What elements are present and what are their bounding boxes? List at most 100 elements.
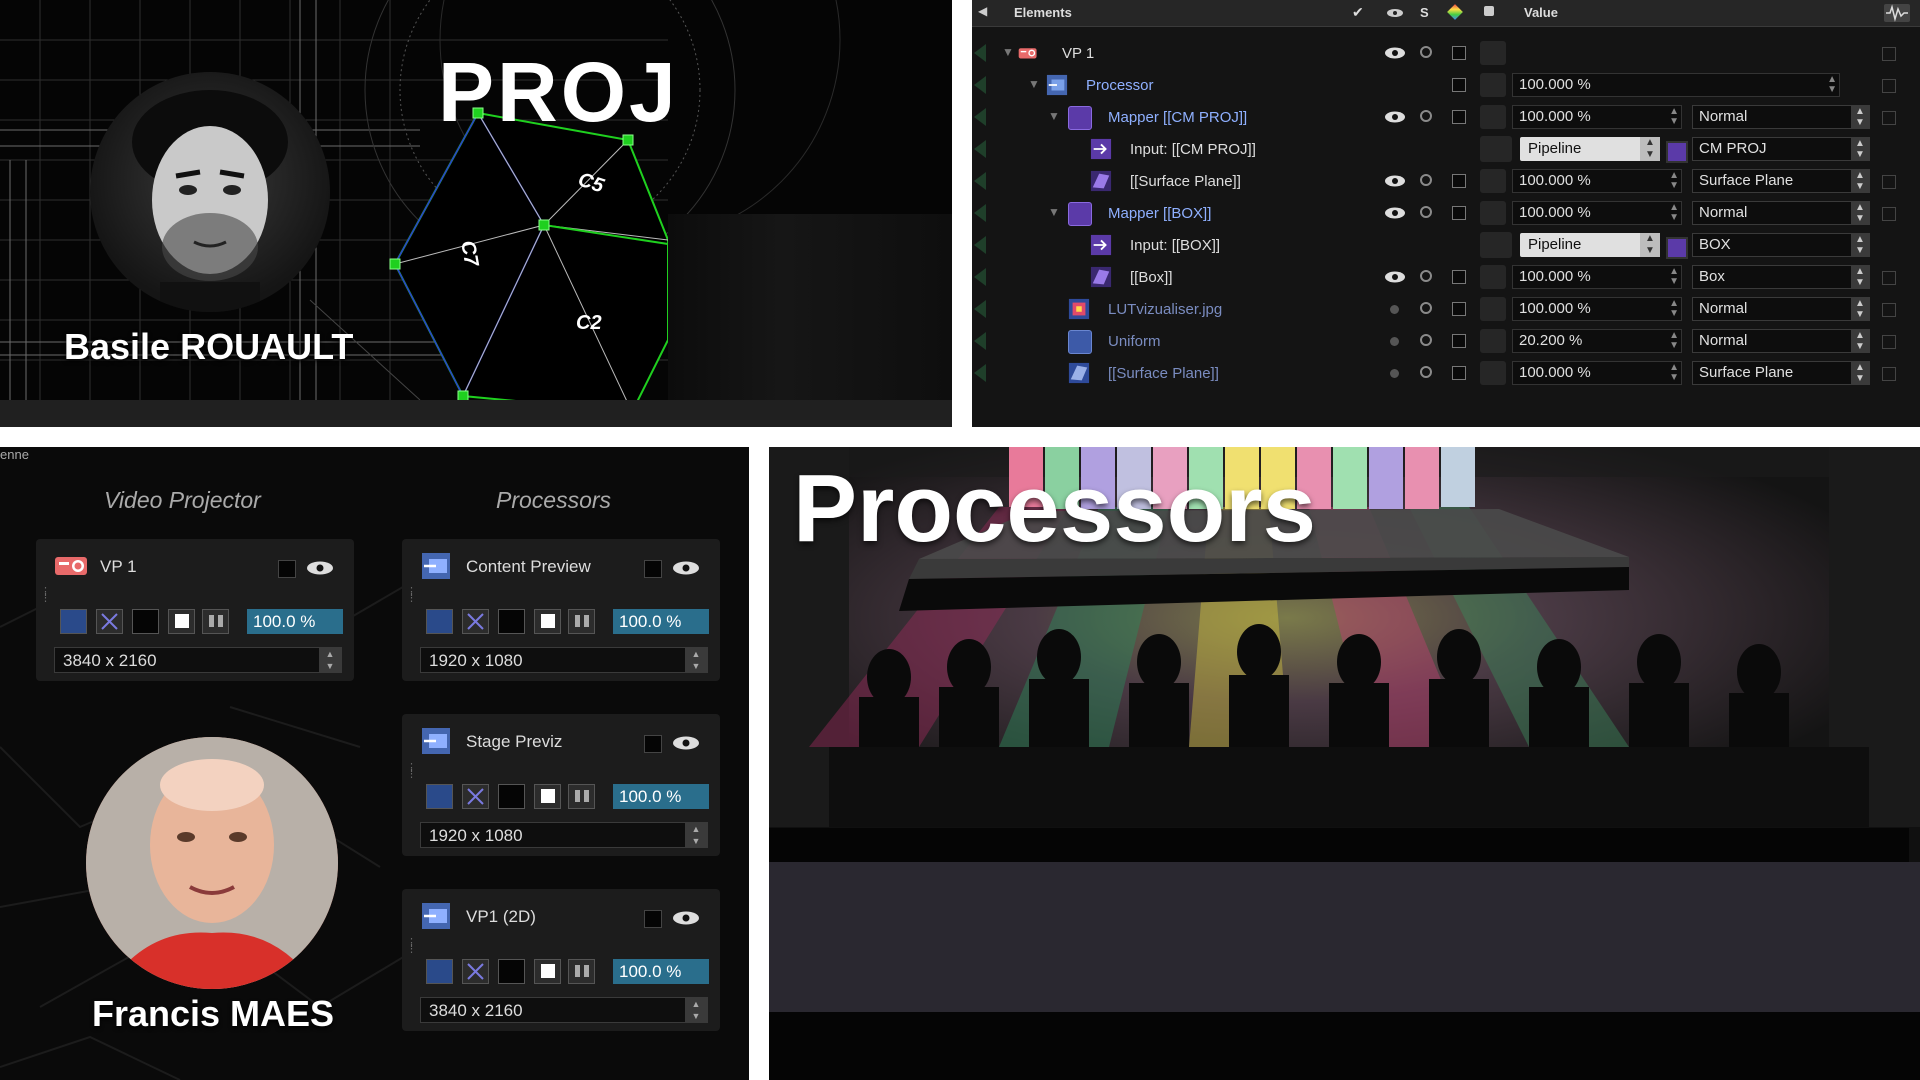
color-swatch[interactable] bbox=[1480, 136, 1512, 162]
opacity-field[interactable]: 20.200 % ▲ ▼ bbox=[1512, 329, 1682, 353]
visibility-eye-icon[interactable] bbox=[1384, 207, 1406, 219]
blend-mode-dropdown[interactable]: Normal ▲ ▼ bbox=[1692, 329, 1870, 353]
info-tool-button[interactable] bbox=[60, 609, 87, 634]
solo-toggle[interactable] bbox=[1420, 366, 1432, 378]
pipeline-link-icon[interactable] bbox=[1666, 237, 1688, 259]
dropdown-arrow-icon[interactable]: ▲ ▼ bbox=[319, 648, 341, 672]
check-icon[interactable]: ✔ bbox=[1352, 4, 1364, 21]
node-vp1[interactable]: VP 1 100.0 % 3840 x 2160 ▲ ▼ bbox=[36, 539, 354, 681]
color-swatch[interactable] bbox=[1480, 105, 1506, 129]
hidden-indicator[interactable] bbox=[1390, 337, 1399, 346]
visibility-eye-icon[interactable] bbox=[306, 561, 334, 575]
white-tool-button[interactable] bbox=[168, 609, 195, 634]
white-tool-button[interactable] bbox=[534, 784, 561, 809]
collapse-left-icon[interactable]: ◀ bbox=[978, 4, 987, 18]
color-swatch[interactable] bbox=[1480, 201, 1506, 225]
input-type-dropdown[interactable]: Pipeline ▲ ▼ bbox=[1520, 233, 1660, 257]
node-checkbox[interactable] bbox=[644, 735, 662, 753]
solo-toggle[interactable] bbox=[1420, 206, 1432, 218]
visibility-eye-icon[interactable] bbox=[1384, 271, 1406, 283]
spinner-icon[interactable]: ▲ ▼ bbox=[1827, 75, 1837, 95]
checkbox[interactable] bbox=[1452, 46, 1466, 60]
dropdown-arrow-icon[interactable]: ▲ ▼ bbox=[685, 648, 707, 672]
tree-row-uniform[interactable]: Uniform 20.200 % ▲ ▼ Normal ▲ ▼ bbox=[972, 325, 1920, 357]
checkbox[interactable] bbox=[1452, 78, 1466, 92]
checkbox[interactable] bbox=[1452, 270, 1466, 284]
pipeline-link-icon[interactable] bbox=[1666, 141, 1688, 163]
solo-toggle[interactable] bbox=[1420, 46, 1432, 58]
color-swatch[interactable] bbox=[1480, 169, 1506, 193]
node-vp1-2d[interactable]: VP1 (2D) 100.0 % 3840 x 2160 ▲ ▼ bbox=[402, 889, 720, 1031]
checkbox[interactable] bbox=[1452, 302, 1466, 316]
expand-arrow-icon[interactable]: ▼ bbox=[1028, 77, 1040, 91]
split-tool-button[interactable] bbox=[568, 959, 595, 984]
color-swatch[interactable] bbox=[1480, 232, 1512, 258]
color-swatch[interactable] bbox=[1480, 265, 1506, 289]
hidden-indicator[interactable] bbox=[1390, 305, 1399, 314]
tree-row-mapper-box[interactable]: ▼ Mapper [[BOX]] 100.000 % ▲ ▼ Normal ▲ ▼ bbox=[972, 197, 1920, 229]
disable-tool-button[interactable] bbox=[462, 959, 489, 984]
dropdown-arrow-icon[interactable]: ▲ ▼ bbox=[1851, 362, 1869, 384]
spinner-icon[interactable]: ▲ ▼ bbox=[1669, 331, 1679, 351]
dropdown-arrow-icon[interactable]: ▲ ▼ bbox=[1640, 137, 1660, 161]
surface-dropdown[interactable]: Surface Plane ▲ ▼ bbox=[1692, 361, 1870, 385]
node-percent-field[interactable]: 100.0 % bbox=[247, 609, 343, 634]
row-checkbox[interactable] bbox=[1882, 175, 1896, 189]
expand-arrow-icon[interactable]: ▼ bbox=[1048, 109, 1060, 123]
tree-row-vp1[interactable]: ▼ VP 1 bbox=[972, 37, 1920, 69]
opacity-field[interactable]: 100.000 % ▲ ▼ bbox=[1512, 297, 1682, 321]
tree-row-processor[interactable]: ▼ Processor 100.000 % ▲ ▼ bbox=[972, 69, 1920, 101]
checkbox[interactable] bbox=[1452, 174, 1466, 188]
black-tool-button[interactable] bbox=[132, 609, 159, 634]
blend-mode-dropdown[interactable]: Normal ▲ ▼ bbox=[1692, 201, 1870, 225]
visibility-eye-icon[interactable] bbox=[672, 736, 700, 750]
resolution-dropdown[interactable]: 3840 x 2160 ▲ ▼ bbox=[420, 997, 708, 1023]
row-checkbox[interactable] bbox=[1882, 47, 1896, 61]
tree-row-mapper-cm-proj[interactable]: ▼ Mapper [[CM PROJ]] 100.000 % ▲ ▼ Normal ▲… bbox=[972, 101, 1920, 133]
opacity-field[interactable]: 100.000 % ▲ ▼ bbox=[1512, 361, 1682, 385]
surface-dropdown[interactable]: Surface Plane ▲ ▼ bbox=[1692, 169, 1870, 193]
solo-toggle[interactable] bbox=[1420, 302, 1432, 314]
tag-icon[interactable] bbox=[1447, 4, 1463, 20]
tree-row-input-box[interactable]: Input: [[BOX]] Pipeline ▲ ▼ BOX ▲ ▼ bbox=[972, 229, 1920, 261]
info-tool-button[interactable] bbox=[426, 959, 453, 984]
expand-arrow-icon[interactable]: ▼ bbox=[1002, 45, 1014, 59]
node-percent-field[interactable]: 100.0 % bbox=[613, 784, 709, 809]
opacity-field[interactable]: 100.000 % ▲ ▼ bbox=[1512, 201, 1682, 225]
disable-tool-button[interactable] bbox=[96, 609, 123, 634]
dropdown-arrow-icon[interactable]: ▲ ▼ bbox=[685, 823, 707, 847]
row-checkbox[interactable] bbox=[1882, 271, 1896, 285]
split-tool-button[interactable] bbox=[568, 784, 595, 809]
hidden-indicator[interactable] bbox=[1390, 369, 1399, 378]
dropdown-arrow-icon[interactable]: ▲ ▼ bbox=[1851, 266, 1869, 288]
visibility-eye-icon[interactable] bbox=[1384, 47, 1406, 59]
spinner-icon[interactable]: ▲ ▼ bbox=[1669, 107, 1679, 127]
disable-tool-button[interactable] bbox=[462, 609, 489, 634]
resolution-dropdown[interactable]: 1920 x 1080 ▲ ▼ bbox=[420, 647, 708, 673]
info-tool-button[interactable] bbox=[426, 784, 453, 809]
solo-toggle[interactable] bbox=[1420, 174, 1432, 186]
black-tool-button[interactable] bbox=[498, 959, 525, 984]
dropdown-arrow-icon[interactable]: ▲ ▼ bbox=[1851, 202, 1869, 224]
row-checkbox[interactable] bbox=[1882, 79, 1896, 93]
dropdown-arrow-icon[interactable]: ▲ ▼ bbox=[1851, 298, 1869, 320]
opacity-field[interactable]: 100.000 % ▲ ▼ bbox=[1512, 265, 1682, 289]
checkbox[interactable] bbox=[1452, 334, 1466, 348]
resolution-dropdown[interactable]: 1920 x 1080 ▲ ▼ bbox=[420, 822, 708, 848]
visibility-eye-icon[interactable] bbox=[1384, 111, 1406, 123]
color-swatch[interactable] bbox=[1480, 329, 1506, 353]
waveform-icon[interactable] bbox=[1884, 4, 1910, 22]
node-content-preview[interactable]: Content Preview 100.0 % 1920 x 1080 ▲ ▼ bbox=[402, 539, 720, 681]
black-tool-button[interactable] bbox=[498, 784, 525, 809]
node-checkbox[interactable] bbox=[644, 910, 662, 928]
node-percent-field[interactable]: 100.0 % bbox=[613, 609, 709, 634]
dropdown-arrow-icon[interactable]: ▲ ▼ bbox=[1851, 170, 1869, 192]
dropdown-arrow-icon[interactable]: ▲ ▼ bbox=[1851, 106, 1869, 128]
color-swatch[interactable] bbox=[1480, 297, 1506, 321]
white-tool-button[interactable] bbox=[534, 959, 561, 984]
black-tool-button[interactable] bbox=[498, 609, 525, 634]
visibility-eye-icon[interactable] bbox=[1384, 175, 1406, 187]
color-swatch[interactable] bbox=[1480, 361, 1506, 385]
eye-icon[interactable] bbox=[1386, 8, 1404, 18]
spinner-icon[interactable]: ▲ ▼ bbox=[1669, 299, 1679, 319]
